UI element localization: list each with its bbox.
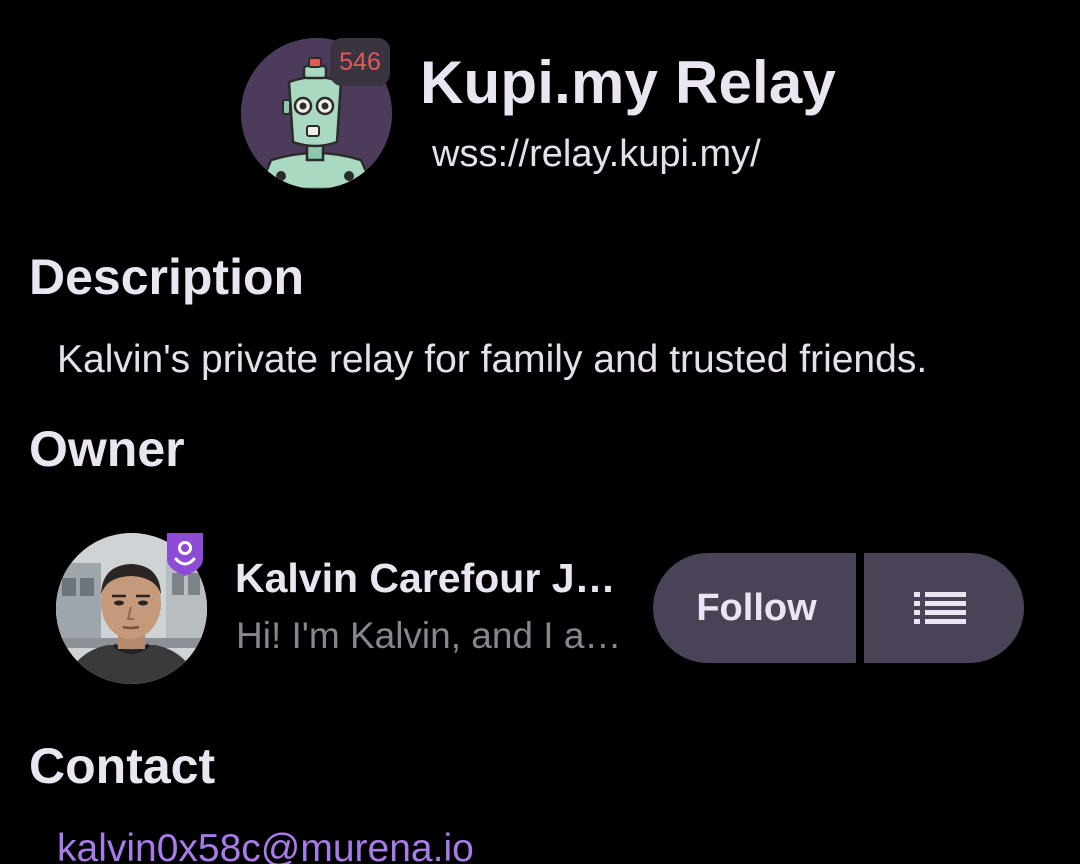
- owner-avatar-container[interactable]: [56, 533, 207, 684]
- relay-icon-container: 546: [241, 38, 392, 189]
- lists-button[interactable]: [864, 553, 1024, 663]
- owner-heading: Owner: [29, 421, 185, 477]
- contact-heading: Contact: [29, 738, 216, 794]
- verified-shield-icon: [164, 531, 206, 577]
- relay-count-badge: 546: [330, 38, 390, 86]
- description-heading: Description: [29, 249, 305, 305]
- owner-bio: Hi! I'm Kalvin, and I a…: [236, 615, 622, 656]
- owner-name[interactable]: Kalvin Carefour J…: [235, 555, 616, 602]
- description-text: Kalvin's private relay for family and tr…: [57, 338, 928, 381]
- relay-detail-page: 546 Kupi.my Relay wss://relay.kupi.my/ D…: [0, 0, 1080, 864]
- list-icon: [914, 592, 966, 624]
- relay-url[interactable]: wss://relay.kupi.my/: [432, 133, 761, 176]
- relay-title: Kupi.my Relay: [420, 49, 837, 116]
- contact-email-link[interactable]: kalvin0x58c@murena.io: [57, 827, 474, 864]
- follow-button[interactable]: Follow: [653, 553, 856, 663]
